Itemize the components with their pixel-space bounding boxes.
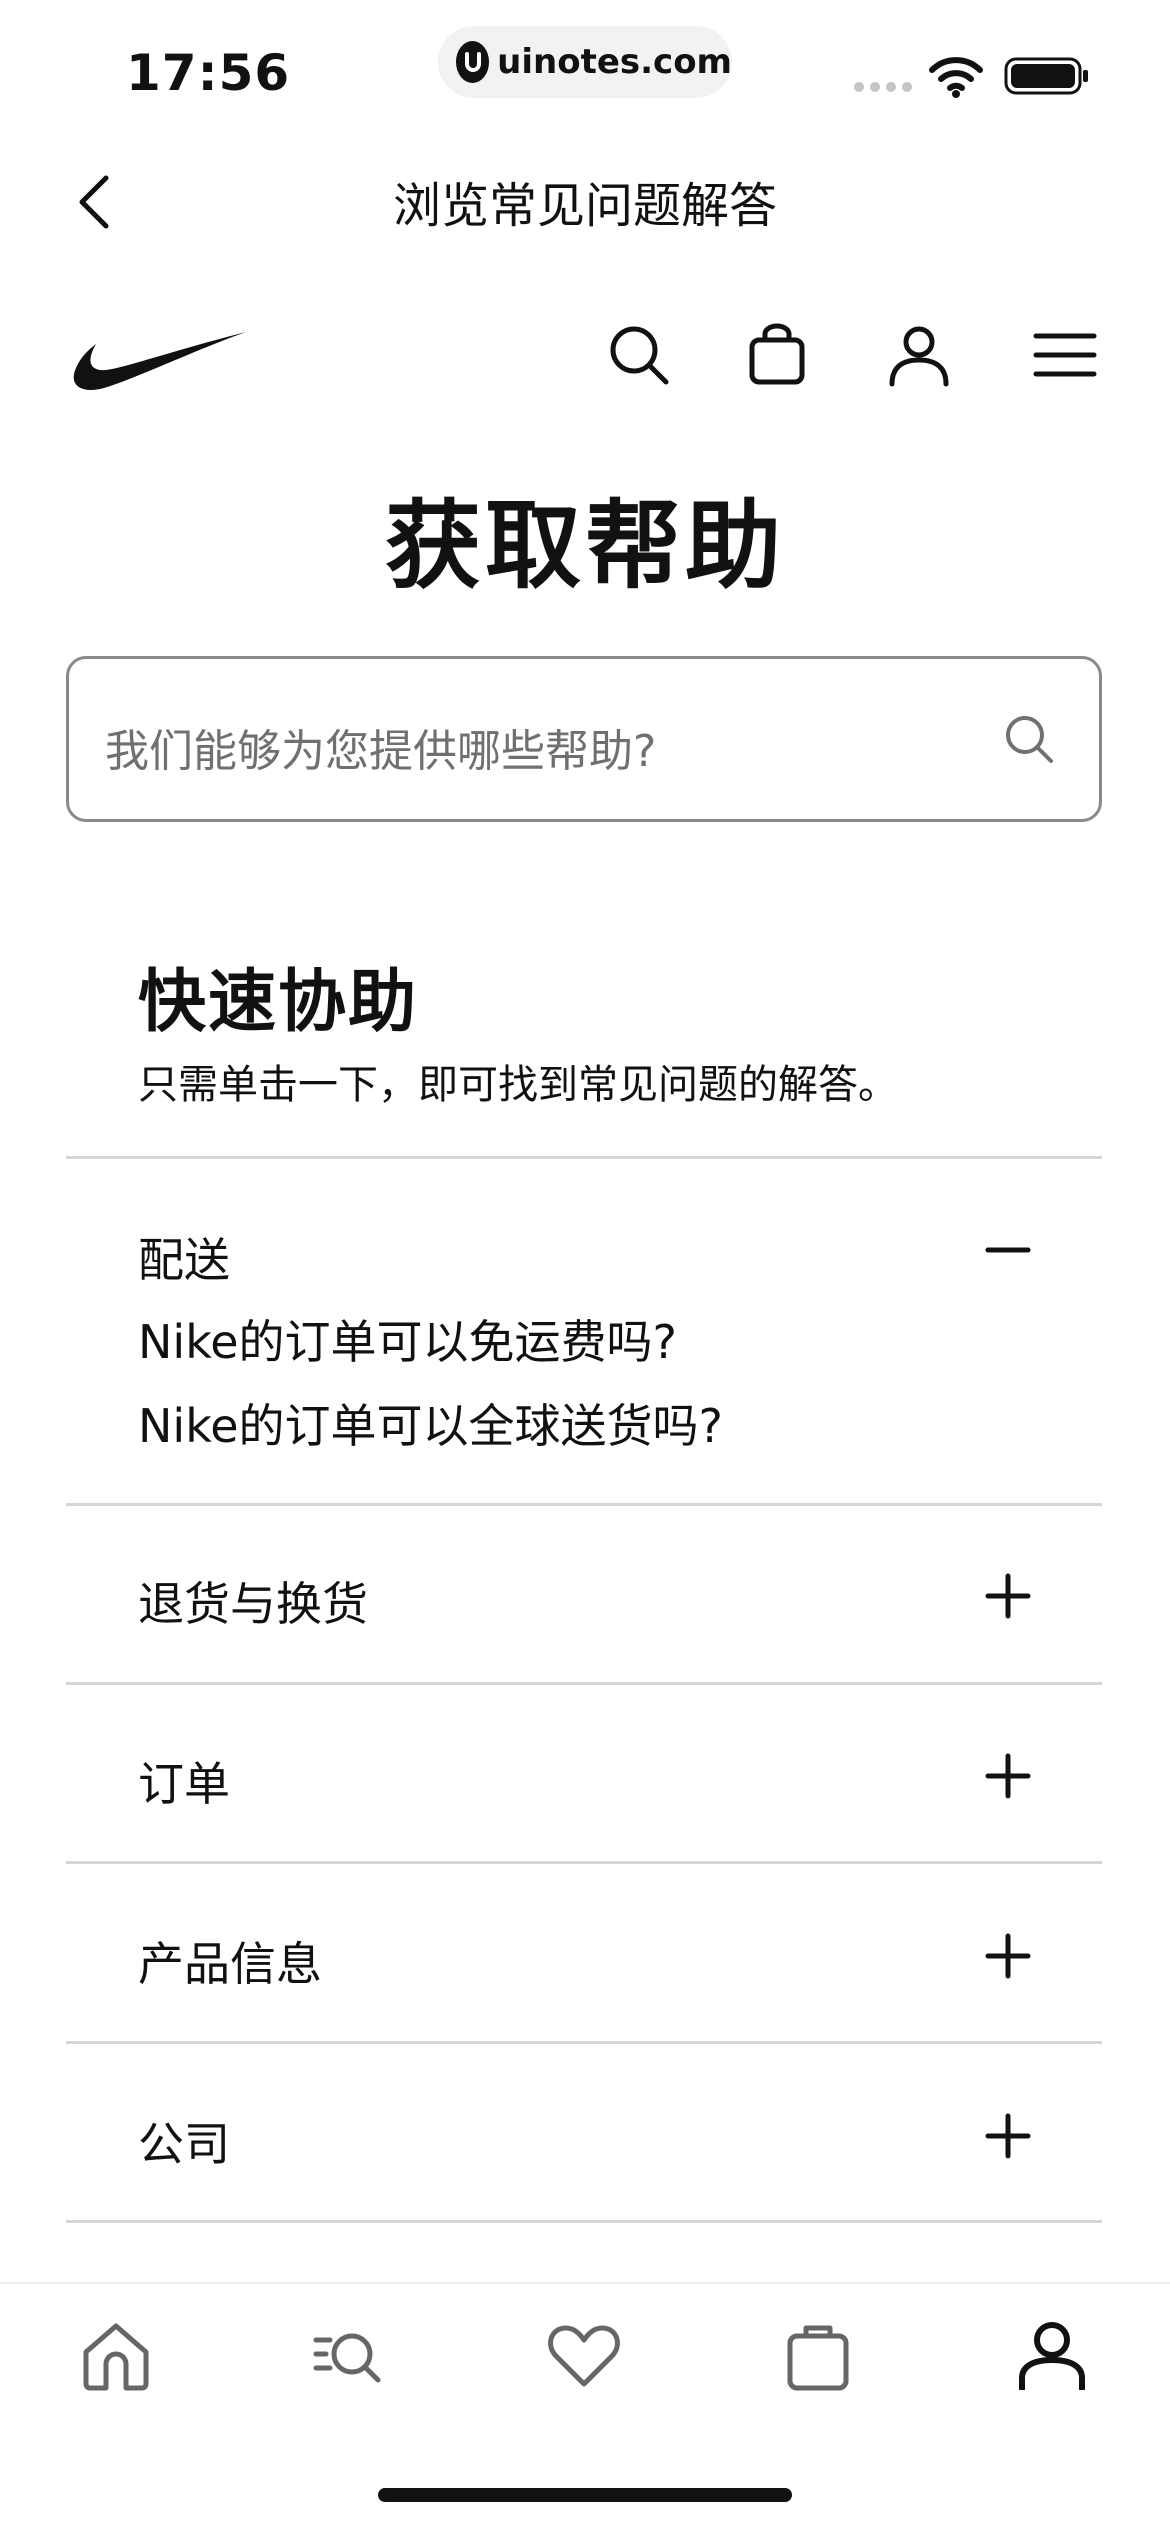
home-indicator <box>378 2488 792 2502</box>
bag-icon[interactable] <box>780 2318 856 2394</box>
faq-section-delivery[interactable]: 配送 <box>138 1224 230 1290</box>
profile-icon[interactable] <box>884 320 954 390</box>
divider <box>66 2041 1102 2044</box>
page-title: 获取帮助 <box>385 490 785 602</box>
quick-help-subtitle: 只需单击一下，即可找到常见问题的解答。 <box>138 1062 898 1108</box>
expand-plus-icon[interactable] <box>984 1932 1032 1980</box>
shop-search-icon[interactable] <box>312 2318 388 2394</box>
faq-section-product-info[interactable]: 产品信息 <box>138 1928 322 1994</box>
divider <box>66 1682 1102 1685</box>
home-icon[interactable] <box>78 2318 154 2394</box>
swoosh-logo-icon[interactable] <box>70 328 250 396</box>
search-icon[interactable] <box>604 320 674 390</box>
divider <box>66 1861 1102 1864</box>
faq-link-global-shipping[interactable]: Nike的订单可以全球送货吗? <box>138 1390 723 1456</box>
wifi-icon <box>929 57 983 98</box>
faq-section-orders[interactable]: 订单 <box>138 1748 230 1814</box>
divider <box>66 1503 1102 1506</box>
uinotes-logo-icon <box>456 41 490 83</box>
battery-icon <box>1004 57 1088 95</box>
bag-icon[interactable] <box>742 320 812 390</box>
status-time: 17:56 <box>126 44 291 102</box>
quick-help-title: 快速协助 <box>138 963 419 1042</box>
search-placeholder: 我们能够为您提供哪些帮助? <box>105 726 657 777</box>
faq-link-free-shipping[interactable]: Nike的订单可以免运费吗? <box>138 1306 677 1372</box>
divider <box>66 1156 1102 1159</box>
url-text: uinotes.com <box>497 42 732 82</box>
expand-plus-icon[interactable] <box>984 1752 1032 1800</box>
expand-plus-icon[interactable] <box>984 2112 1032 2160</box>
expand-plus-icon[interactable] <box>984 1572 1032 1620</box>
help-search-input[interactable]: 我们能够为您提供哪些帮助? <box>66 656 1102 822</box>
nav-title: 浏览常见问题解答 <box>392 178 777 234</box>
search-icon[interactable] <box>1001 711 1057 767</box>
collapse-minus-icon[interactable] <box>984 1226 1032 1274</box>
faq-section-returns[interactable]: 退货与换货 <box>138 1568 368 1634</box>
favorites-heart-icon[interactable] <box>546 2318 622 2394</box>
menu-icon[interactable] <box>1030 320 1100 390</box>
tabbar-divider <box>0 2282 1170 2284</box>
faq-section-company[interactable]: 公司 <box>138 2108 230 2174</box>
url-pill[interactable]: uinotes.com <box>438 26 732 98</box>
cellular-signal-icon <box>854 82 912 92</box>
divider <box>66 2220 1102 2223</box>
profile-icon[interactable] <box>1014 2318 1090 2394</box>
